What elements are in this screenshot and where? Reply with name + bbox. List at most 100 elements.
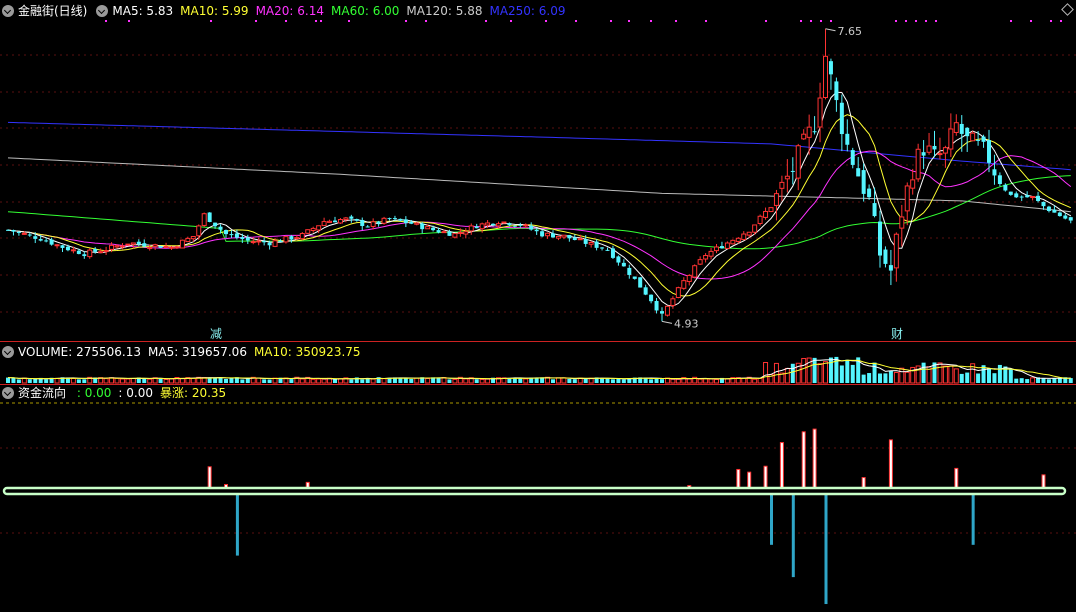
volume-bar bbox=[119, 378, 125, 384]
candle-body bbox=[87, 249, 93, 258]
volume-bar bbox=[616, 378, 621, 383]
candle-body bbox=[730, 239, 736, 245]
volume-bar bbox=[218, 377, 223, 383]
candle-body bbox=[997, 175, 1002, 185]
volume-bar bbox=[224, 378, 228, 383]
volume-bar bbox=[54, 377, 60, 384]
candle-body bbox=[360, 220, 365, 226]
candle-body bbox=[169, 246, 174, 249]
chevron-down-icon[interactable] bbox=[2, 346, 14, 358]
volume-bar bbox=[654, 378, 659, 383]
volume-bar bbox=[82, 379, 87, 383]
candle-body bbox=[795, 145, 801, 179]
volume-bar bbox=[333, 379, 337, 383]
signal-dot bbox=[650, 20, 652, 22]
volume-bar bbox=[937, 362, 943, 384]
candle-body bbox=[163, 245, 169, 248]
volume-bar bbox=[130, 378, 136, 384]
candle-body bbox=[1057, 212, 1062, 217]
candle-body bbox=[697, 259, 703, 265]
candle-body bbox=[299, 233, 305, 240]
candle-body bbox=[441, 231, 447, 234]
candle-body bbox=[392, 218, 397, 220]
candle-body bbox=[545, 232, 551, 237]
signal-dot bbox=[905, 20, 907, 22]
chevron-down-icon[interactable] bbox=[2, 5, 14, 17]
volume-bar bbox=[6, 377, 10, 383]
chevron-down-icon[interactable] bbox=[2, 387, 14, 399]
flow-label-0: 资金流向 bbox=[18, 386, 67, 400]
candle-body bbox=[1008, 191, 1013, 195]
candle-body bbox=[142, 243, 147, 247]
candle-body bbox=[190, 236, 196, 240]
candle-body bbox=[82, 254, 87, 257]
candle-body bbox=[724, 242, 730, 249]
candle-body bbox=[806, 126, 812, 138]
ma10-line bbox=[7, 114, 1072, 297]
candle-body bbox=[6, 229, 10, 231]
signal-dot bbox=[285, 20, 287, 22]
signal-dot bbox=[348, 20, 350, 22]
candle-body bbox=[278, 240, 283, 242]
candle-body bbox=[119, 245, 125, 248]
candle-body bbox=[627, 267, 632, 275]
candle-body bbox=[600, 247, 605, 249]
ma-label-5: MA250: 6.09 bbox=[489, 4, 566, 18]
candle-body bbox=[741, 233, 747, 241]
candle-body bbox=[567, 235, 572, 239]
candle-body bbox=[910, 179, 916, 189]
volume-bar bbox=[1014, 378, 1019, 383]
candle-body bbox=[714, 246, 719, 252]
signal-dot bbox=[610, 20, 612, 22]
volume-bar bbox=[773, 362, 779, 384]
candle-body bbox=[577, 238, 583, 241]
candle-body bbox=[250, 241, 256, 244]
volume-bar bbox=[670, 378, 676, 384]
volume-bar bbox=[703, 378, 709, 384]
signal-dot bbox=[830, 20, 832, 22]
candle-body bbox=[970, 132, 976, 142]
candle-body bbox=[224, 229, 228, 235]
flow-outflow-bar bbox=[235, 491, 239, 556]
signal-dot bbox=[800, 20, 802, 22]
candle-body bbox=[33, 236, 38, 239]
candle-body bbox=[1063, 215, 1068, 219]
candle-body bbox=[158, 246, 163, 248]
volume-bar bbox=[605, 378, 610, 383]
candle-body bbox=[109, 244, 115, 250]
candle-body bbox=[485, 222, 491, 226]
candle-body bbox=[1052, 209, 1057, 213]
candle-body bbox=[496, 223, 501, 227]
candle-body bbox=[773, 193, 779, 206]
chevron-down-icon[interactable] bbox=[96, 5, 109, 17]
volume-bar bbox=[169, 378, 174, 384]
volume-bar bbox=[1041, 378, 1046, 383]
stock-chart[interactable]: 7.65 4.93 bbox=[0, 0, 1076, 612]
candle-body bbox=[872, 203, 877, 217]
candle-body bbox=[757, 215, 763, 224]
volume-bar bbox=[1019, 378, 1024, 383]
candle-body bbox=[452, 233, 458, 238]
volume-bar bbox=[741, 377, 747, 384]
volume-bar bbox=[70, 378, 76, 384]
volume-bar bbox=[942, 365, 948, 384]
candle-body bbox=[136, 241, 141, 245]
candle-body bbox=[431, 227, 436, 231]
candle-body bbox=[468, 225, 474, 232]
candle-body bbox=[534, 229, 539, 232]
candle-body bbox=[660, 311, 664, 314]
candle-body bbox=[708, 250, 714, 257]
volume-bar bbox=[861, 374, 866, 383]
candle-body bbox=[201, 213, 207, 226]
volume-bar bbox=[850, 364, 855, 383]
candle-body bbox=[921, 152, 926, 156]
candle-body bbox=[147, 247, 153, 250]
volume-bar bbox=[904, 371, 910, 384]
candle-body bbox=[507, 223, 512, 226]
candle-body bbox=[337, 219, 343, 224]
signal-dot bbox=[705, 20, 707, 22]
volume-bar bbox=[485, 378, 491, 384]
volume-bar bbox=[992, 373, 997, 383]
volume-bar bbox=[893, 372, 899, 384]
volume-bar bbox=[229, 378, 234, 383]
